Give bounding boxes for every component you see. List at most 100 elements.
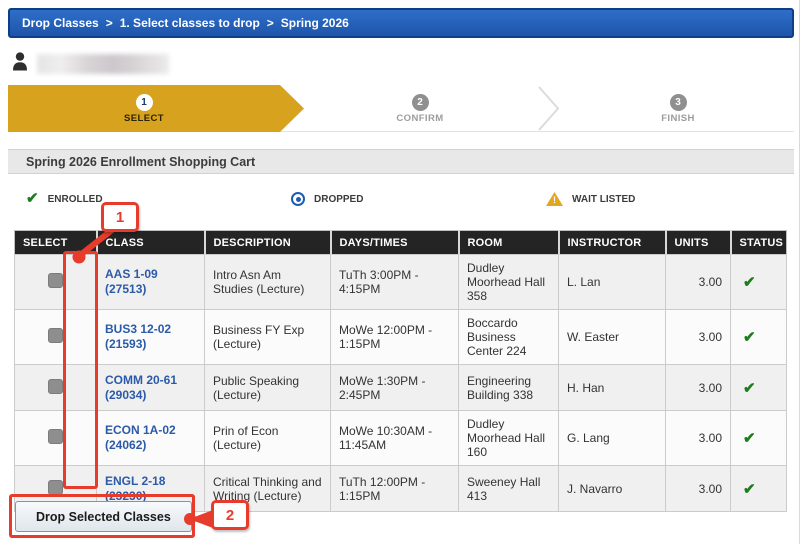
instructor-cell: G. Lang [558,410,666,466]
days-times-cell: TuTh 3:00PM - 4:15PM [330,254,459,310]
step-3-label: FINISH [661,112,695,124]
step-3-badge: 3 [669,93,687,111]
units-cell: 3.00 [665,410,731,466]
column-header-class: CLASS [96,230,206,255]
enrolled-check-icon: ✔ [743,430,756,447]
enrolled-check-icon: ✔ [26,190,39,207]
shopping-cart-table: SELECT CLASS DESCRIPTION DAYS/TIMES ROOM INST… [14,230,787,512]
column-header-days-times: DAYS/TIMES [330,230,460,255]
instructor-cell: L. Lan [558,254,666,310]
breadcrumb-separator: > [105,16,113,30]
drop-classes-page: Drop Classes >1. Select classes to drop > S… [0,0,800,544]
select-cell [14,254,97,310]
column-header-status: STATUS [730,230,787,255]
room-cell: Boccardo Business Center 224 [458,309,559,365]
cart-title: Spring 2026 Enrollment Shopping Cart [26,154,256,169]
room-cell: Dudley Moorhead Hall 160 [458,410,559,466]
description-cell: Public Speaking (Lecture) [204,364,331,411]
step-2-label: CONFIRM [396,112,444,124]
breadcrumb-item: Drop Classes [22,16,99,30]
class-link[interactable]: ECON 1A-02 (24062) [105,423,196,453]
room-cell: Sweeney Hall 413 [458,465,559,512]
dropped-circle-dot-icon [291,192,305,206]
legend-enrolled-label: ENROLLED [47,193,103,205]
class-link[interactable]: ENGL 2-18 (23230) [105,474,196,504]
table-header-row: SELECT CLASS DESCRIPTION DAYS/TIMES ROOM INST… [14,230,787,255]
status-cell: ✔ [730,465,787,512]
step-2-badge: 2 [411,93,429,111]
cart-section-header: Spring 2026 Enrollment Shopping Cart [8,149,794,174]
class-cell: COMM 20-61 (29034) [96,364,205,411]
person-icon [12,52,28,76]
instructor-cell: W. Easter [558,309,666,365]
units-cell: 3.00 [665,254,731,310]
step-confirm: 2 CONFIRM [304,85,536,132]
breadcrumb-item: Spring 2026 [280,16,349,30]
chevron-separator-icon [538,86,560,131]
class-link[interactable]: BUS3 12-02 (21593) [105,322,196,352]
table-row: ECON 1A-02 (24062) Prin of Econ (Lecture) M… [14,410,787,466]
instructor-cell: H. Han [558,364,666,411]
class-checkbox[interactable] [48,273,63,288]
select-cell [14,410,97,466]
column-header-room: ROOM [458,230,560,255]
enrolled-check-icon: ✔ [743,480,756,498]
class-checkbox[interactable] [48,378,63,394]
description-cell: Prin of Econ (Lecture) [204,410,331,466]
enrolled-check-icon: ✔ [743,329,756,346]
table-row: AAS 1-09 (27513) Intro Asn Am Studies (Lec… [14,254,787,310]
step-finish: 3 FINISH [562,85,794,132]
drop-selected-classes-button[interactable]: Drop Selected Classes [15,501,192,532]
days-times-cell: MoWe 1:30PM - 2:45PM [330,364,459,411]
user-row [12,52,169,76]
step-1-label: SELECT [124,112,164,124]
instructor-cell: J. Navarro [558,465,666,512]
legend-enrolled: ✔ ENROLLED [26,190,103,207]
legend-waitlisted: ! WAIT LISTED [546,192,635,206]
class-checkbox[interactable] [48,479,63,495]
status-cell: ✔ [730,364,787,411]
redacted-student-name [37,54,169,74]
class-link[interactable]: COMM 20-61 (29034) [105,373,196,403]
enrolled-check-icon: ✔ [743,274,756,291]
room-cell: Engineering Building 338 [458,364,559,411]
days-times-cell: MoWe 10:30AM - 11:45AM [330,410,459,466]
waitlist-warning-triangle-icon: ! [546,192,563,206]
column-header-description: DESCRIPTION [204,230,332,255]
column-header-select: SELECT [14,230,98,255]
table-row: BUS3 12-02 (21593) Business FY Exp (Lectur… [14,309,787,365]
breadcrumb: Drop Classes >1. Select classes to drop > S… [8,8,794,38]
class-checkbox[interactable] [48,429,63,444]
units-cell: 3.00 [665,465,731,512]
status-legend: ✔ ENROLLED DROPPED ! WAIT LISTED [8,186,794,212]
select-cell [14,309,97,365]
units-cell: 3.00 [665,309,731,365]
table-row: COMM 20-61 (29034) Public Speaking (Lectur… [14,364,787,411]
breadcrumb-item: 1. Select classes to drop [119,16,260,30]
legend-waitlisted-label: WAIT LISTED [572,193,636,205]
status-cell: ✔ [730,254,787,310]
column-header-units: UNITS [665,230,732,255]
class-cell: BUS3 12-02 (21593) [96,309,205,365]
step-1-badge: 1 [136,94,153,111]
column-header-instructor: INSTRUCTOR [558,230,667,255]
class-checkbox[interactable] [48,328,63,343]
description-cell: Critical Thinking and Writing (Lecture) [204,465,331,512]
class-cell: ECON 1A-02 (24062) [96,410,205,466]
description-cell: Business FY Exp (Lecture) [204,309,331,365]
cart-table-body: AAS 1-09 (27513) Intro Asn Am Studies (Lec… [14,254,787,512]
step-select: 1 SELECT [8,85,304,132]
enrolled-check-icon: ✔ [743,379,756,397]
description-cell: Intro Asn Am Studies (Lecture) [204,254,331,310]
progress-steps: 1 SELECT 2 CONFIRM 3 FINISH [8,85,794,132]
days-times-cell: TuTh 12:00PM - 1:15PM [330,465,459,512]
legend-dropped: DROPPED [291,192,363,206]
legend-dropped-label: DROPPED [314,193,364,205]
status-cell: ✔ [730,309,787,365]
breadcrumb-separator: > [266,16,274,30]
class-cell: AAS 1-09 (27513) [96,254,205,310]
status-cell: ✔ [730,410,787,466]
units-cell: 3.00 [665,364,731,411]
class-link[interactable]: AAS 1-09 (27513) [105,267,196,297]
room-cell: Dudley Moorhead Hall 358 [458,254,559,310]
